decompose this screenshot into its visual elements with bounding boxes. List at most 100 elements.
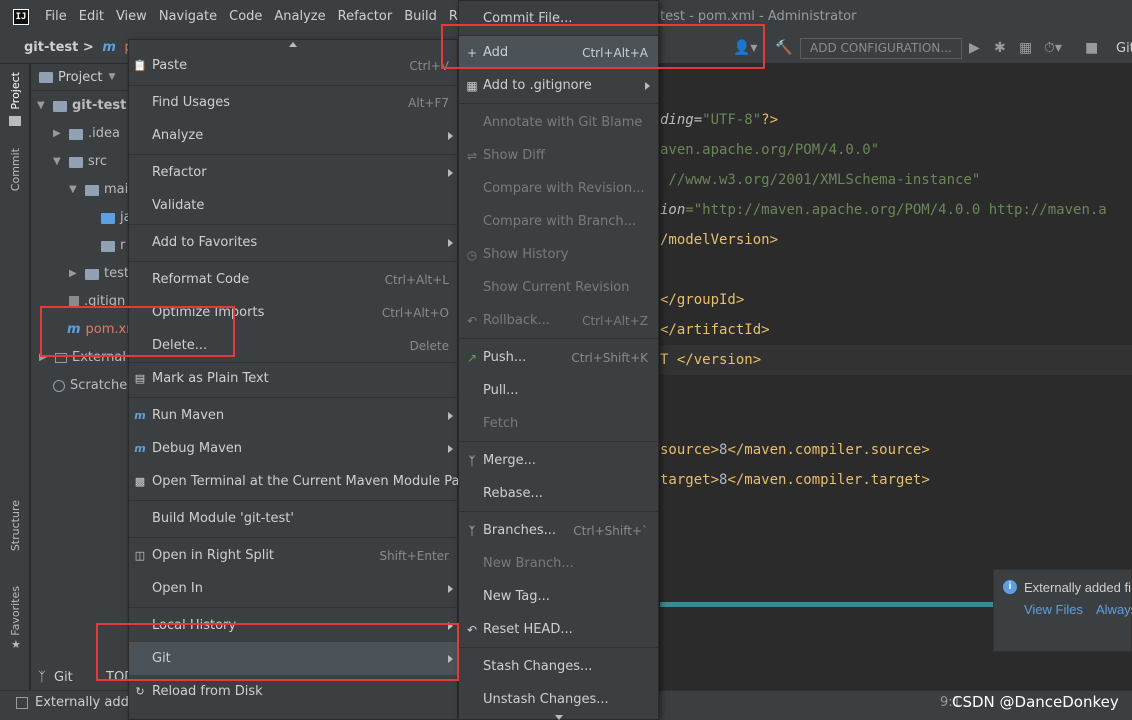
menu-item-reformat-code[interactable]: Reformat Code Ctrl+Alt+L [129,263,457,296]
menu-file[interactable]: File [39,0,73,33]
watermark: CSDN @DanceDonkey [952,693,1119,711]
menu-item-build-module[interactable]: Build Module 'git-test' [129,502,457,535]
git-item-push[interactable]: ↗ Push... Ctrl+Shift+K [459,341,658,374]
coverage-icon[interactable]: ▦ [1019,33,1032,63]
git-item-add[interactable]: + Add Ctrl+Alt+A [459,36,658,69]
horizontal-scrollbar[interactable] [660,602,993,607]
project-panel-header[interactable]: Project ▼ [31,64,131,91]
project-tab-icon [9,116,21,126]
tree-item-idea[interactable]: ▶ .idea [53,120,120,148]
menu-item-debug-maven[interactable]: m Debug Maven [129,432,457,465]
menu-item-git[interactable]: Git [129,642,457,675]
menu-analyze[interactable]: Analyze [268,0,331,33]
stop-icon[interactable]: ■ [1085,33,1098,63]
resources-folder-icon [101,240,115,252]
menu-item-open-in-right-split[interactable]: ◫ Open in Right Split Shift+Enter [129,539,457,572]
git-item-compare-revision[interactable]: Compare with Revision... [459,172,658,205]
git-item-add-to-gitignore[interactable]: ▦ Add to .gitignore [459,69,658,102]
menu-refactor[interactable]: Refactor [332,0,399,33]
tree-item-gitignore[interactable]: .gitign [69,288,125,316]
maven-run-icon: m [134,409,146,422]
menu-item-optimize-imports[interactable]: Optimize Imports Ctrl+Alt+O [129,296,457,329]
breadcrumb-project[interactable]: git-test [24,40,78,55]
history-icon: ◷ [466,247,478,262]
tree-item-main[interactable]: ▼ mai [69,176,128,204]
menu-item-open-terminal[interactable]: ▩ Open Terminal at the Current Maven Modu… [129,465,473,498]
git-item-stash[interactable]: Stash Changes... [459,650,658,683]
menu-build[interactable]: Build [398,0,443,33]
git-item-new-tag[interactable]: New Tag... [459,580,658,613]
tree-item-scratches[interactable]: Scratches [53,372,134,400]
notification-title: Externally added fi [1024,580,1131,595]
git-item-commit-file[interactable]: Commit File... [459,2,658,35]
tab-structure[interactable]: Structure [9,500,22,551]
git-item-show-current-revision[interactable]: Show Current Revision [459,271,658,304]
always-link[interactable]: Always [1096,602,1132,617]
tree-item-root[interactable]: ▼ git-test D [37,92,142,120]
tree-item-label: r [120,238,126,253]
menu-view[interactable]: View [110,0,153,33]
menu-navigate[interactable]: Navigate [153,0,223,33]
tree-item-label: .gitign [84,294,126,309]
git-item-pull[interactable]: Pull... [459,374,658,407]
git-branch-icon: ᛉ [38,670,46,685]
git-item-merge[interactable]: ᛉ Merge... [459,444,658,477]
menu-item-local-history[interactable]: Local History [129,609,457,642]
intellij-logo-icon: IJ [13,8,29,25]
scroll-up-icon[interactable] [289,42,297,47]
menu-item-delete[interactable]: Delete... Delete [129,329,457,362]
submenu-arrow-icon [448,238,453,247]
git-item-unstash[interactable]: Unstash Changes... [459,683,658,716]
user-icon[interactable]: 👤▾ [733,33,757,63]
view-files-link[interactable]: View Files [1024,602,1083,617]
git-item-reset-head[interactable]: ↶ Reset HEAD... [459,613,658,646]
menu-item-open-in[interactable]: Open In [129,572,457,605]
git-toolbar-label[interactable]: Git [1116,33,1132,63]
profile-icon[interactable]: ⏱▾ [1044,33,1062,63]
tree-item-pom[interactable]: m pom.xr [67,316,132,344]
terminal-icon: ▩ [134,475,146,488]
maven-file-icon: m [102,40,116,55]
git-tool-tab[interactable]: Git [54,670,73,685]
menu-item-validate[interactable]: Validate [129,189,457,222]
menu-item-add-to-favorites[interactable]: Add to Favorites [129,226,457,259]
git-item-show-diff[interactable]: ⇌ Show Diff [459,139,658,172]
tree-item-src[interactable]: ▼ src [53,148,107,176]
git-item-rollback[interactable]: ↶ Rollback... Ctrl+Alt+Z [459,304,658,337]
menu-item-analyze[interactable]: Analyze [129,119,457,152]
tree-item-external-libraries[interactable]: ▶ External L [39,344,137,372]
tree-item-java[interactable]: ja [101,204,132,232]
git-item-annotate[interactable]: Annotate with Git Blame [459,106,658,139]
tree-item-label: test [104,266,129,281]
menu-code[interactable]: Code [223,0,268,33]
git-item-new-branch[interactable]: New Branch... [459,547,658,580]
menu-item-run-maven[interactable]: m Run Maven [129,399,457,432]
git-item-show-history[interactable]: ◷ Show History [459,238,658,271]
code-line: source>8</maven.compiler.source> [660,442,930,458]
menu-item-paste[interactable]: 📋 Paste Ctrl+V [129,49,457,82]
tree-item-test[interactable]: ▶ test [69,260,129,288]
git-item-branches[interactable]: ᛉ Branches... Ctrl+Shift+` [459,514,658,547]
add-configuration-button[interactable]: ADD CONFIGURATION... [800,38,962,59]
tree-item-resources[interactable]: r [101,232,125,260]
code-line: </groupId> [660,292,745,308]
scroll-down-icon[interactable] [555,715,563,720]
git-item-fetch[interactable]: Fetch [459,407,658,440]
menu-item-refactor[interactable]: Refactor [129,156,457,189]
debug-icon[interactable]: ✱ [994,33,1006,63]
tab-favorites[interactable]: Favorites [9,586,22,636]
status-window-icon[interactable] [16,697,28,709]
menu-edit[interactable]: Edit [73,0,110,33]
git-item-rebase[interactable]: Rebase... [459,477,658,510]
build-hammer-icon[interactable]: 🔨 [775,33,792,63]
menu-item-find-usages[interactable]: Find Usages Alt+F7 [129,86,457,119]
menu-item-reload-from-disk[interactable]: ↻ Reload from Disk [129,675,457,708]
run-icon[interactable]: ▶ [969,33,980,63]
menu-separator [129,261,457,262]
menu-item-mark-as-plain-text[interactable]: ▤ Mark as Plain Text [129,362,457,395]
menu-separator [129,154,457,155]
tab-commit[interactable]: Commit [9,148,22,191]
reset-icon: ↶ [466,622,478,637]
git-item-compare-branch[interactable]: Compare with Branch... [459,205,658,238]
tab-project[interactable]: Project [9,72,22,110]
